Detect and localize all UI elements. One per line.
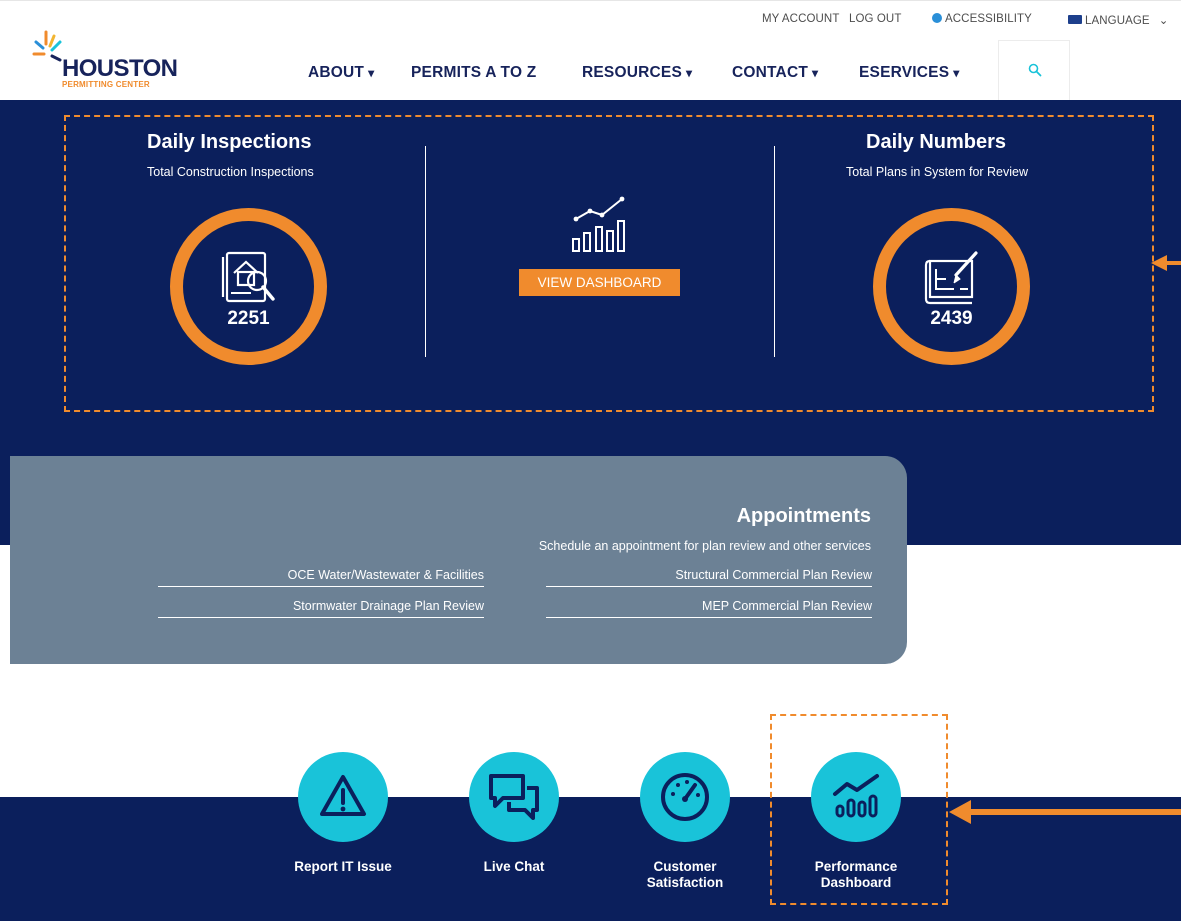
accessibility-label: ACCESSIBILITY [945,13,1032,25]
search-icon [1028,63,1042,77]
nav-eservices-label: ESERVICES [859,64,950,81]
report-it-issue-label[interactable]: Report IT Issue [273,859,413,875]
customer-satisfaction-label-line1: Customer [653,859,717,874]
customer-satisfaction-label[interactable]: Customer Satisfaction [615,859,755,891]
arrow-left-icon [1151,255,1181,271]
nav-about-label: ABOUT [308,64,365,81]
logo-subtitle: PERMITTING CENTER [62,80,150,89]
chat-icon [489,774,539,820]
nav-about[interactable]: ABOUT ▾ [308,64,374,82]
nav-permits-a-to-z[interactable]: PERMITS A TO Z [411,64,536,82]
caret-down-icon: ▾ [812,66,819,80]
search-button[interactable] [998,40,1070,100]
houston-permitting-logo[interactable]: HOUSTON PERMITTING CENTER [32,28,192,92]
nav-contact[interactable]: CONTACT ▾ [732,64,818,82]
inspections-ring: 2251 [170,208,327,365]
nav-eservices[interactable]: ESERVICES ▾ [859,64,959,82]
report-it-issue-button[interactable] [298,752,388,842]
daily-inspections-subtitle: Total Construction Inspections [147,165,314,179]
nav-resources[interactable]: RESOURCES ▾ [582,64,692,82]
daily-numbers-subtitle: Total Plans in System for Review [846,165,1029,179]
appointment-link-stormwater[interactable]: Stormwater Drainage Plan Review [158,597,484,618]
house-inspection-icon [221,251,275,303]
logo-wordmark: HOUSTON [62,55,178,82]
customer-satisfaction-button[interactable] [640,752,730,842]
blueprint-icon [924,251,978,305]
chevron-down-icon: ⌄ [1158,15,1169,27]
caret-down-icon: ▾ [685,66,693,80]
language-selector[interactable]: LANGUAGE ⌄ [1068,13,1168,27]
plans-count: 2439 [930,308,973,329]
live-chat-button[interactable] [469,752,559,842]
live-chat-label[interactable]: Live Chat [444,859,584,875]
line-chart-icon [572,196,625,252]
daily-inspections-title: Daily Inspections [147,131,312,153]
appointments-subtitle: Schedule an appointment for plan review … [538,539,871,553]
appointment-link-structural[interactable]: Structural Commercial Plan Review [546,566,872,587]
view-dashboard-button[interactable]: VIEW DASHBOARD [519,269,680,296]
daily-numbers-title: Daily Numbers [866,131,1007,153]
plans-ring: 2439 [873,208,1030,365]
nav-resources-label: RESOURCES [582,64,682,81]
log-out-link[interactable]: LOG OUT [849,13,901,25]
nav-contact-label: CONTACT [732,64,809,81]
appointment-link-oce-water[interactable]: OCE Water/Wastewater & Facilities [158,566,484,587]
caret-down-icon: ▾ [368,66,375,80]
divider-left [425,146,426,357]
appointments-title: Appointments [736,505,871,527]
accessibility-icon [932,13,942,23]
my-account-link[interactable]: MY ACCOUNT [762,13,839,25]
inspections-count: 2251 [227,308,270,329]
warning-icon [320,775,366,816]
arrow-left-icon [949,800,1181,824]
language-icon [1068,15,1082,24]
nav-permits-label: PERMITS A TO Z [411,64,537,81]
caret-down-icon: ▾ [953,66,960,80]
utility-bar: MY ACCOUNT LOG OUT ACCESSIBILITY LANGUAG… [0,0,1181,30]
accessibility-link[interactable]: ACCESSIBILITY [932,13,1032,25]
divider-right [774,146,775,357]
performance-highlight-frame [770,714,948,905]
language-label: LANGUAGE [1085,15,1150,27]
appointment-link-mep[interactable]: MEP Commercial Plan Review [546,597,872,618]
page: MY ACCOUNT LOG OUT ACCESSIBILITY LANGUAG… [0,0,1181,921]
appointments-panel: Appointments Schedule an appointment for… [10,456,907,664]
customer-satisfaction-label-line2: Satisfaction [646,875,724,890]
gauge-icon [661,773,709,821]
